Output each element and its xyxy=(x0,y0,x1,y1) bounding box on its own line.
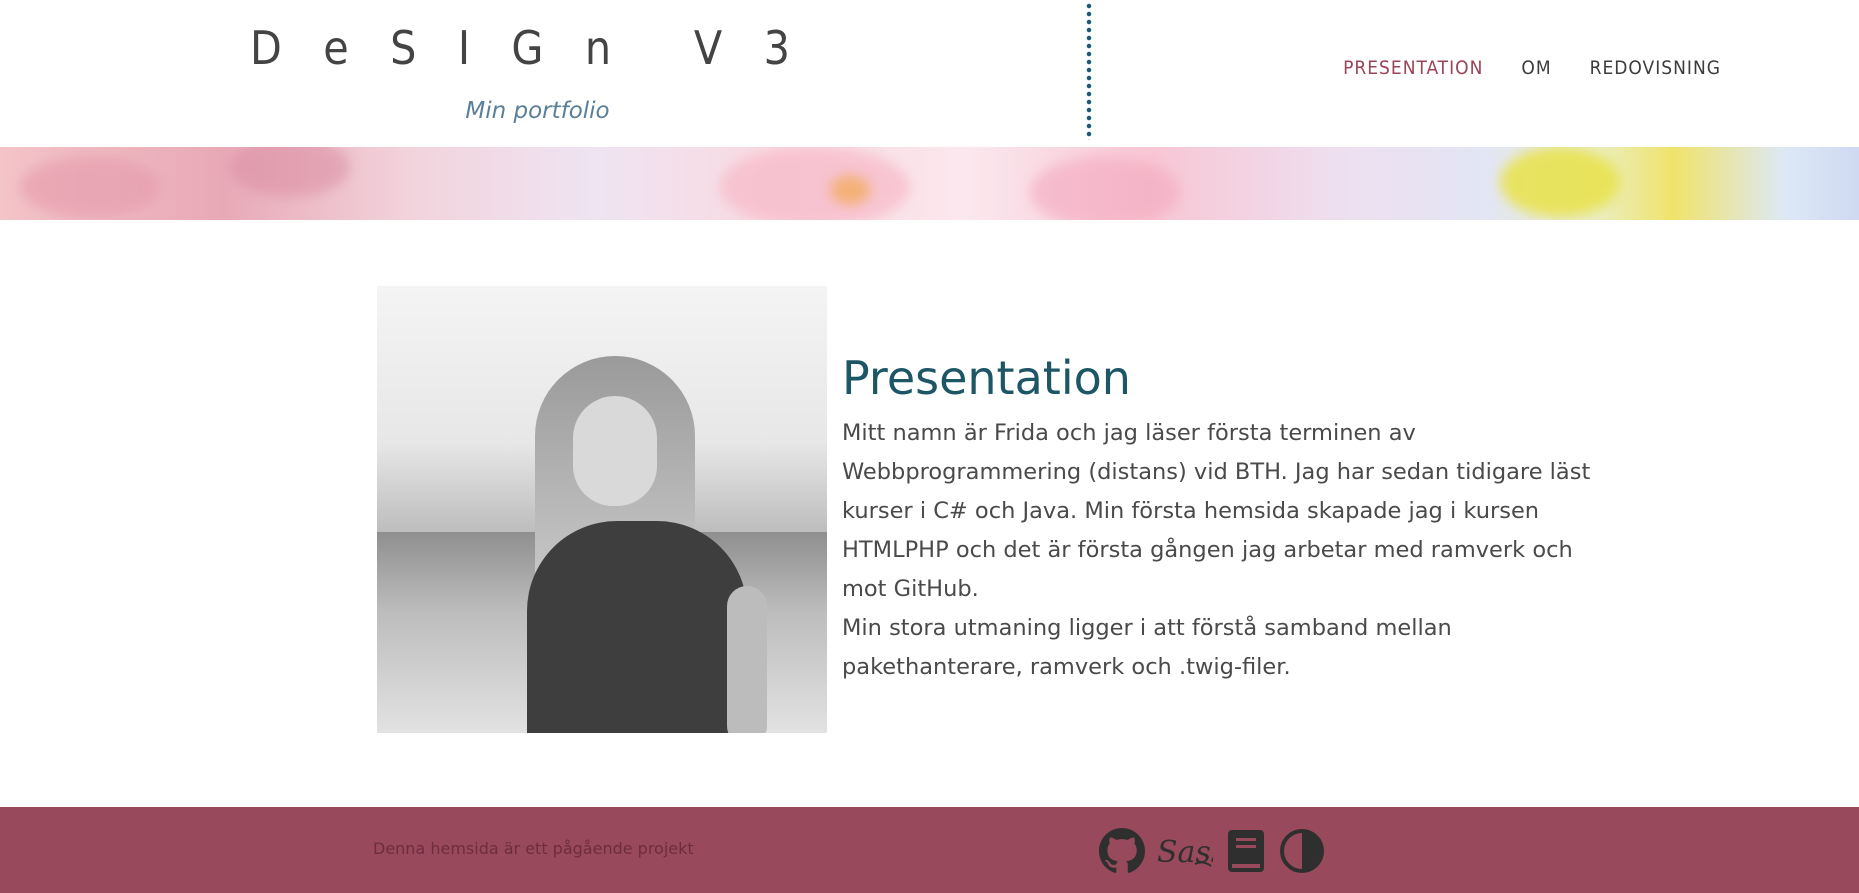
presentation-section: Presentation Mitt namn är Frida och jag … xyxy=(842,350,1622,687)
intro-paragraph: Mitt namn är Frida och jag läser första … xyxy=(842,420,1591,602)
site-header: D e S I G n V 3 Min portfolio Presentati… xyxy=(0,0,1859,147)
site-title-letter: S xyxy=(390,21,417,75)
profile-photo xyxy=(377,286,827,733)
site-title-letter: I xyxy=(457,21,471,75)
nav-item-om[interactable]: Om xyxy=(1521,50,1551,81)
site-subtitle: Min portfolio xyxy=(465,98,610,124)
dotted-divider xyxy=(1086,2,1092,140)
book-icon[interactable] xyxy=(1223,828,1269,874)
main-nav: Presentation Om Redovisning xyxy=(1343,50,1721,81)
nav-item-presentation[interactable]: Presentation xyxy=(1343,50,1483,81)
site-title-letter: e xyxy=(323,21,349,75)
site-title-letter: n xyxy=(584,21,612,75)
site-title-letter: 3 xyxy=(763,21,790,75)
site-title-letter: V xyxy=(693,21,723,75)
site-title-letter: G xyxy=(511,21,544,75)
github-icon[interactable] xyxy=(1099,828,1145,874)
footer-text: Denna hemsida är ett pågående projekt xyxy=(373,839,694,858)
challenge-paragraph: Min stora utmaning ligger i att förstå s… xyxy=(842,615,1452,680)
svg-text:Sass: Sass xyxy=(1157,835,1213,870)
site-footer: Denna hemsida är ett pågående projekt Sa… xyxy=(0,807,1859,893)
site-title[interactable]: D e S I G n V 3 xyxy=(250,20,790,76)
contrast-icon[interactable] xyxy=(1279,828,1325,874)
footer-icons: Sass xyxy=(1099,828,1325,874)
page-title: Presentation xyxy=(842,351,1131,405)
flower-banner-image xyxy=(0,147,1859,220)
sass-icon[interactable]: Sass xyxy=(1155,828,1213,874)
nav-item-redovisning[interactable]: Redovisning xyxy=(1590,50,1721,81)
site-title-letter: D xyxy=(250,21,282,75)
